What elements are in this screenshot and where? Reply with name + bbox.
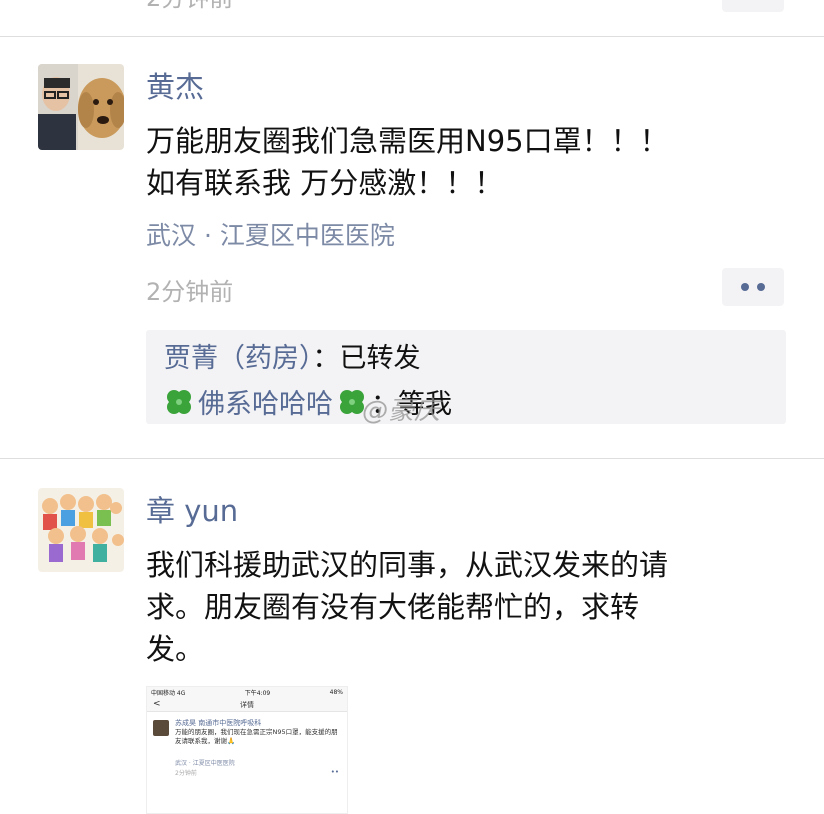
divider <box>0 458 824 459</box>
avatar[interactable] <box>38 488 124 572</box>
prev-post-time: 2分钟前 <box>146 0 233 13</box>
post-content-line: 万能朋友圈我们急需医用N95口罩！！！ <box>146 124 669 158</box>
thumb-status-bar: 中国移动 4G 下午4:09 48% <box>147 687 347 697</box>
thumb-clock: 下午4:09 <box>244 689 271 697</box>
comment-item[interactable]: 贾菁（药房）：已转发 <box>164 336 421 375</box>
post-content-line: 发。 <box>146 632 205 666</box>
post-location[interactable]: 武汉 · 江夏区中医医院 <box>146 216 395 252</box>
thumb-nav-title: 详情 <box>240 701 254 709</box>
thumb-carrier: 中国移动 4G <box>151 689 186 697</box>
more-button[interactable] <box>722 268 784 306</box>
avatar-image <box>38 64 124 150</box>
thumb-battery: 48% <box>329 688 343 696</box>
thumb-content: 万能的朋友圈，我们现在急需正宗N95口罩，能支援的朋友请联系我，谢谢🙏 <box>175 728 338 745</box>
thumb-post: 苏成昊 南通市中医院呼吸科 万能的朋友圈，我们现在急需正宗N95口罩，能支援的朋… <box>147 712 347 812</box>
comment-box: 贾菁（药房）：已转发 佛系哈哈哈 ：等我 <box>146 330 786 424</box>
post-content: 万能朋友圈我们急需医用N95口罩！！！ 如有联系我 万分感激！！！ <box>146 120 786 204</box>
more-dot-icon <box>757 283 765 291</box>
thumb-more-icon: •• <box>330 768 339 776</box>
comment-author[interactable]: 佛系哈哈哈 <box>198 389 333 420</box>
thumb-time: 2分钟前 <box>175 770 197 777</box>
comment-text: ：已转发 <box>312 343 421 374</box>
post-nickname[interactable]: 章 yun <box>146 488 238 530</box>
thumb-location: 武汉 · 江夏区中医医院 <box>175 760 235 767</box>
thumb-nav-bar: < 详情 <box>147 697 347 712</box>
post-content-line: 求。朋友圈有没有大佬能帮忙的，求转 <box>146 590 640 624</box>
avatar-image <box>38 488 124 572</box>
post-content-line: 我们科援助武汉的同事，从武汉发来的请 <box>146 548 669 582</box>
thumb-avatar <box>153 720 169 736</box>
post-time: 2分钟前 <box>146 278 234 306</box>
post-content-line: 如有联系我 万分感激！！！ <box>146 166 504 200</box>
post-content: 我们科援助武汉的同事，从武汉发来的请 求。朋友圈有没有大佬能帮忙的，求转 发。 <box>146 544 786 670</box>
watermark: @豪庆 <box>362 396 441 426</box>
thumb-nickname: 苏成昊 南通市中医院呼吸科 <box>175 719 262 727</box>
comment-author[interactable]: 贾菁（药房） <box>164 343 313 374</box>
avatar[interactable] <box>38 64 124 150</box>
clover-icon <box>167 390 191 414</box>
post-nickname[interactable]: 黄杰 <box>146 64 204 106</box>
divider <box>0 36 824 37</box>
post-image-thumbnail[interactable]: 中国移动 4G 下午4:09 48% < 详情 苏成昊 南通市中医院呼吸科 万能… <box>146 686 348 814</box>
more-dot-icon <box>741 283 749 291</box>
prev-post-more-button[interactable] <box>722 0 784 12</box>
